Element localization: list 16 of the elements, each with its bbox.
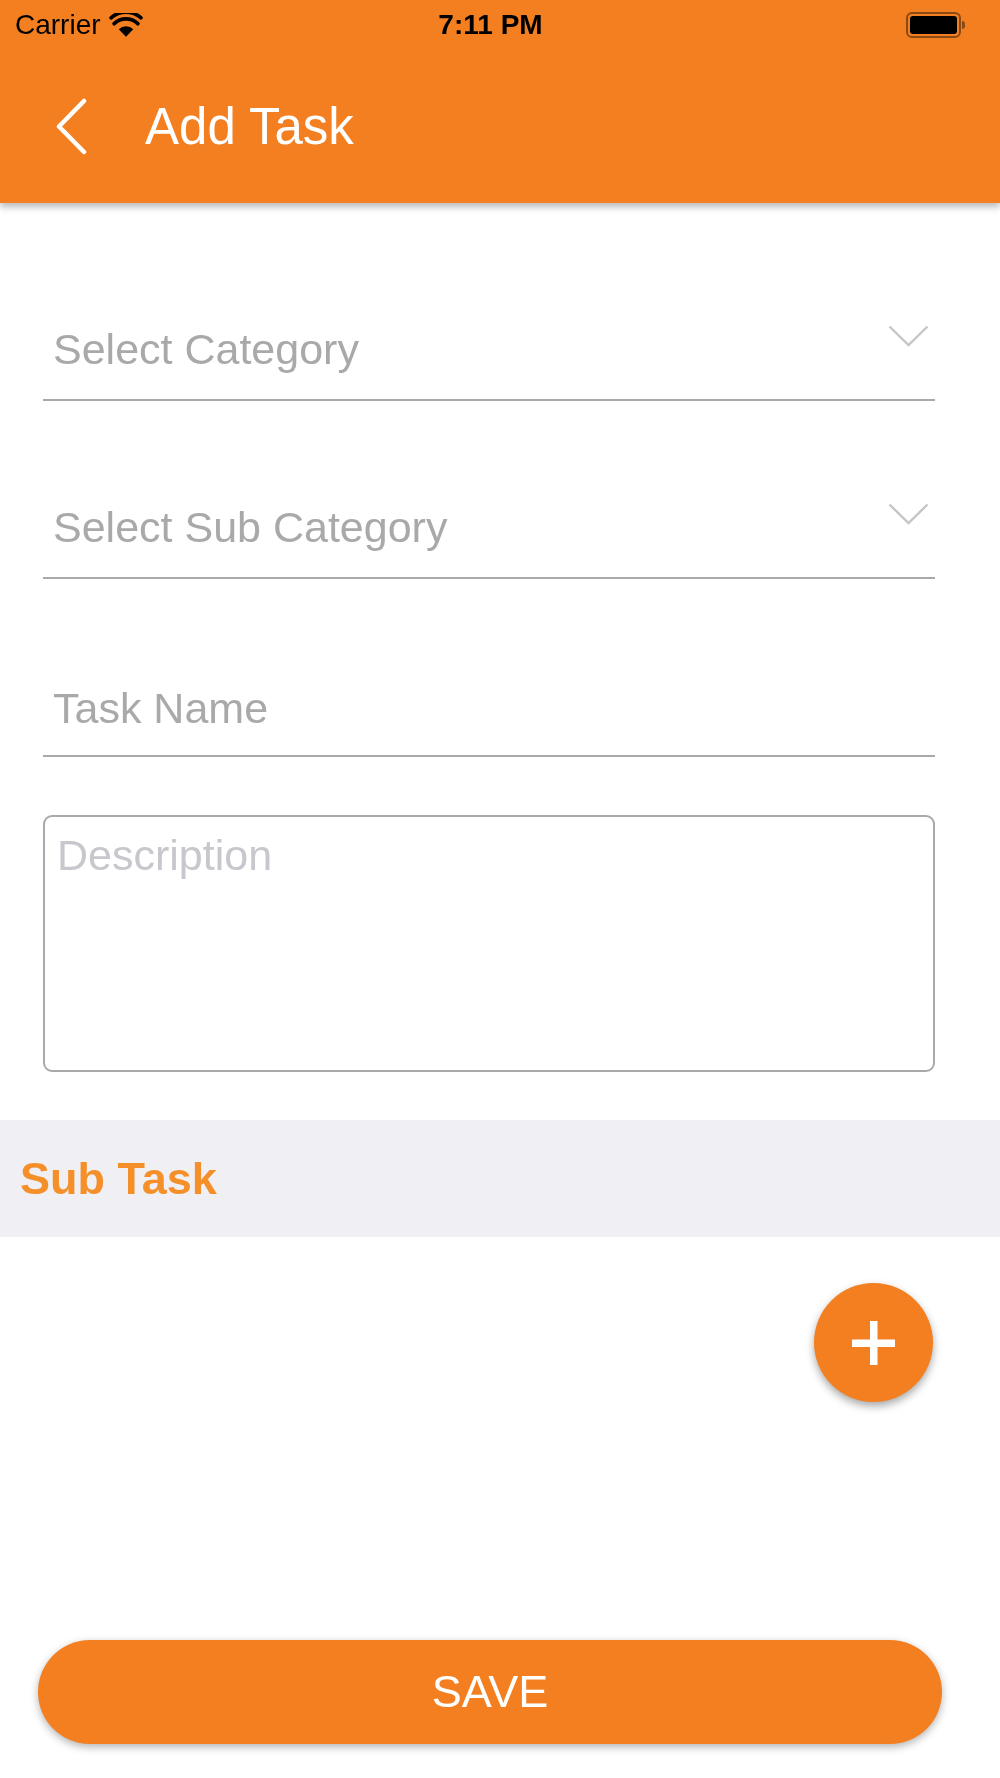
chevron-down-icon: [888, 503, 929, 525]
save-button[interactable]: SAVE: [38, 1640, 942, 1744]
carrier-label: Carrier: [15, 9, 101, 41]
chevron-down-icon: [888, 325, 929, 347]
screen-title: Add Task: [145, 97, 354, 156]
back-icon[interactable]: [55, 98, 87, 155]
section-title: Sub Task: [20, 1152, 217, 1205]
dropdown-field[interactable]: Select Category: [43, 300, 935, 401]
battery-icon: [906, 12, 966, 38]
textarea-field[interactable]: Description: [43, 815, 935, 1072]
add-button[interactable]: [814, 1283, 933, 1402]
status-time: 7:11 PM: [438, 9, 543, 41]
text-field[interactable]: Task Name: [43, 656, 935, 757]
dropdown-field[interactable]: Select Sub Category: [43, 478, 935, 579]
wifi-icon: [108, 12, 143, 38]
plus-icon: [852, 1320, 895, 1365]
